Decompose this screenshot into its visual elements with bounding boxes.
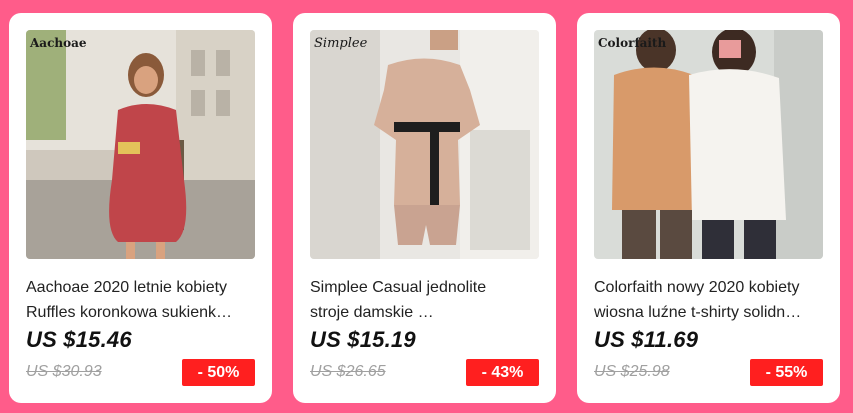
original-price: US $25.98 xyxy=(594,363,670,380)
product-photo-tshirts xyxy=(594,30,823,259)
product-title-line: Aachoae 2020 letnie kobiety xyxy=(26,279,228,296)
product-card[interactable]: Aachoae Aachoae 2020 letnie kobiety Ruff… xyxy=(9,13,272,403)
product-price: US $15.46 xyxy=(26,327,132,352)
product-image[interactable]: Colorfaith xyxy=(594,30,823,259)
product-title-line: Ruffles koronkowa sukienk… xyxy=(26,304,233,321)
product-price: US $15.19 xyxy=(310,327,416,352)
product-photo-dress xyxy=(26,30,255,259)
image-brand-watermark: Simplee xyxy=(314,36,368,51)
product-image[interactable]: Aachoae xyxy=(26,30,255,259)
product-title-line: Colorfaith nowy 2020 kobiety xyxy=(594,279,800,296)
product-card[interactable]: Colorfaith Colorfaith nowy 2020 kobiety … xyxy=(577,13,840,403)
product-price: US $11.69 xyxy=(594,327,699,352)
product-photo-outfit xyxy=(310,30,539,259)
original-price: US $26.65 xyxy=(310,363,386,380)
product-title[interactable]: Colorfaith nowy 2020 kobiety wiosna luźn… xyxy=(594,275,823,325)
product-title-line: Simplee Casual jednolite xyxy=(310,279,487,296)
product-title-line: wiosna luźne t-shirty solidn… xyxy=(594,304,802,321)
image-brand-watermark: Aachoae xyxy=(30,36,87,50)
product-image[interactable]: Simplee xyxy=(310,30,539,259)
discount-badge: - 50% xyxy=(182,359,255,386)
discount-badge: - 55% xyxy=(750,359,823,386)
image-brand-watermark: Colorfaith xyxy=(598,36,667,50)
product-card[interactable]: Simplee Simplee Casual jednolite stroje … xyxy=(293,13,556,403)
product-title[interactable]: Aachoae 2020 letnie kobiety Ruffles koro… xyxy=(26,275,255,325)
original-price: US $30.93 xyxy=(26,363,102,380)
product-title-line: stroje damskie … xyxy=(310,304,434,321)
product-title[interactable]: Simplee Casual jednolite stroje damskie … xyxy=(310,275,539,325)
discount-badge: - 43% xyxy=(466,359,539,386)
